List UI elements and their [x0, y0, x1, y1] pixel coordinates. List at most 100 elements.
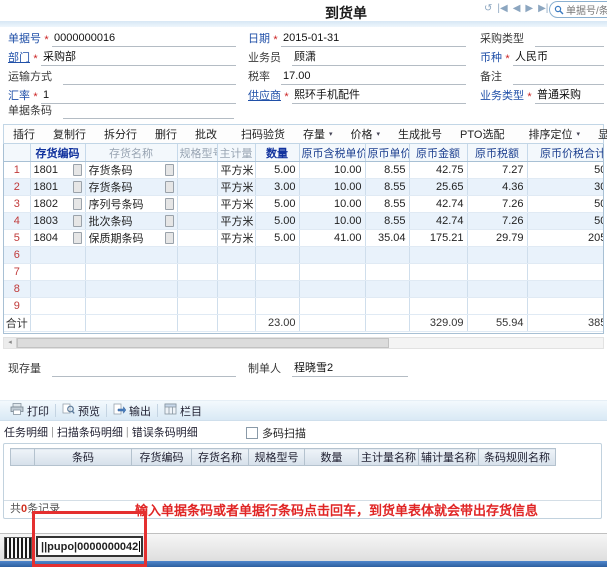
- table-row[interactable]: 11801存货条码平方米5.0010.008.5542.757.2750.0: [4, 162, 604, 179]
- column-header-tax-amount[interactable]: 原币税额: [467, 144, 527, 162]
- toolbar-button-sort-locate[interactable]: 排序定位▾: [519, 126, 589, 142]
- cell-item-code[interactable]: 1801: [30, 162, 85, 179]
- attachment-icon[interactable]: [165, 232, 174, 244]
- cell-item-code[interactable]: [30, 281, 85, 298]
- row-number[interactable]: 8: [4, 281, 30, 298]
- cell-item-code[interactable]: [30, 264, 85, 281]
- attachment-icon[interactable]: [73, 181, 82, 193]
- table-row[interactable]: 6: [4, 247, 604, 264]
- cell-total-with-tax[interactable]: 205.0: [527, 230, 604, 247]
- cell-amount[interactable]: [409, 298, 467, 315]
- cell-tax-inclusive-price[interactable]: 10.00: [299, 196, 365, 213]
- table-row[interactable]: 31802序列号条码平方米5.0010.008.5542.747.2650.0: [4, 196, 604, 213]
- cell-unit-price[interactable]: [365, 247, 409, 264]
- cell-item-code[interactable]: 1801: [30, 179, 85, 196]
- attachment-icon[interactable]: [73, 232, 82, 244]
- next-record-icon[interactable]: ▶: [525, 2, 533, 16]
- attachment-icon[interactable]: [73, 198, 82, 210]
- column-header-item-code[interactable]: 存货编码: [30, 144, 85, 162]
- cell-item-name[interactable]: [85, 281, 177, 298]
- attachment-icon[interactable]: [165, 164, 174, 176]
- toolbar-button-price[interactable]: 价格▾: [342, 126, 390, 142]
- cell-quantity[interactable]: [255, 264, 299, 281]
- cell-unit-price[interactable]: 8.55: [365, 179, 409, 196]
- print-button[interactable]: 打印: [4, 403, 55, 419]
- cell-main-unit[interactable]: 平方米: [217, 162, 255, 179]
- cell-amount[interactable]: [409, 281, 467, 298]
- cell-main-unit[interactable]: 平方米: [217, 230, 255, 247]
- cell-amount[interactable]: 42.74: [409, 213, 467, 230]
- field-value-current-stock[interactable]: [52, 362, 236, 377]
- cell-tax-inclusive-price[interactable]: 10.00: [299, 213, 365, 230]
- column-header-tax-inclusive-price[interactable]: 原币含税单价: [299, 144, 365, 162]
- cell-item-code[interactable]: 1803: [30, 213, 85, 230]
- toolbar-button-stock[interactable]: 存量▾: [294, 126, 342, 142]
- cell-item-name[interactable]: [85, 247, 177, 264]
- column-header-row-number[interactable]: [4, 144, 30, 162]
- cell-amount[interactable]: 25.65: [409, 179, 467, 196]
- cell-amount[interactable]: 42.75: [409, 162, 467, 179]
- table-row[interactable]: 7: [4, 264, 604, 281]
- cell-main-unit[interactable]: [217, 247, 255, 264]
- table-row[interactable]: 51804保质期条码平方米5.0041.0035.04175.2129.7920…: [4, 230, 604, 247]
- cell-spec-model[interactable]: [177, 179, 217, 196]
- cell-item-name[interactable]: 批次条码: [85, 213, 177, 230]
- field-value-creator[interactable]: 程晓雪2: [292, 359, 408, 377]
- cell-tax-amount[interactable]: [467, 281, 527, 298]
- cell-spec-model[interactable]: [177, 196, 217, 213]
- row-number[interactable]: 1: [4, 162, 30, 179]
- toolbar-button-generate-batch-no[interactable]: 生成批号: [389, 126, 451, 142]
- cell-tax-inclusive-price[interactable]: 41.00: [299, 230, 365, 247]
- column-header-spec-model[interactable]: 规格型号: [177, 144, 217, 162]
- cell-spec-model[interactable]: [177, 281, 217, 298]
- field-value-date[interactable]: 2015-01-31: [281, 32, 466, 47]
- table-row[interactable]: 21801存货条码平方米3.0010.008.5525.654.3630.0: [4, 179, 604, 196]
- horizontal-scrollbar[interactable]: ◂: [3, 337, 604, 349]
- row-number[interactable]: 7: [4, 264, 30, 281]
- cell-main-unit[interactable]: [217, 298, 255, 315]
- cell-spec-model[interactable]: [177, 264, 217, 281]
- row-number[interactable]: 9: [4, 298, 30, 315]
- attachment-icon[interactable]: [73, 215, 82, 227]
- attachment-icon[interactable]: [165, 198, 174, 210]
- tab-error-barcode-detail[interactable]: 错误条码明细: [130, 424, 200, 440]
- cell-unit-price[interactable]: 35.04: [365, 230, 409, 247]
- cell-total-with-tax[interactable]: [527, 264, 604, 281]
- cell-amount[interactable]: 175.21: [409, 230, 467, 247]
- row-number[interactable]: 6: [4, 247, 30, 264]
- cell-main-unit[interactable]: 平方米: [217, 196, 255, 213]
- scrollbar-thumb[interactable]: [17, 338, 389, 348]
- cell-tax-inclusive-price[interactable]: 10.00: [299, 162, 365, 179]
- tab-task-detail[interactable]: 任务明细: [2, 424, 50, 440]
- cell-tax-inclusive-price[interactable]: [299, 281, 365, 298]
- cell-unit-price[interactable]: 8.55: [365, 196, 409, 213]
- field-value-tax-rate[interactable]: 17.00: [281, 70, 466, 85]
- field-value-business-type[interactable]: 普通采购: [535, 86, 604, 104]
- cell-amount[interactable]: 42.74: [409, 196, 467, 213]
- cell-item-name[interactable]: 存货条码: [85, 162, 177, 179]
- field-value-supplier[interactable]: 熙环手机配件: [292, 86, 466, 104]
- toolbar-button-split-row[interactable]: 拆分行: [95, 126, 146, 142]
- first-record-icon[interactable]: |◀: [497, 2, 507, 16]
- row-number[interactable]: 2: [4, 179, 30, 196]
- attachment-icon[interactable]: [73, 164, 82, 176]
- cell-spec-model[interactable]: [177, 247, 217, 264]
- cell-item-code[interactable]: 1802: [30, 196, 85, 213]
- refresh-icon[interactable]: ↺: [484, 2, 492, 16]
- export-button[interactable]: 输出: [107, 403, 157, 419]
- toolbar-button-pto-config[interactable]: PTO选配: [451, 126, 513, 142]
- cell-item-name[interactable]: 存货条码: [85, 179, 177, 196]
- table-row[interactable]: 41803批次条码平方米5.0010.008.5542.747.2650.0: [4, 213, 604, 230]
- cell-spec-model[interactable]: [177, 213, 217, 230]
- cell-main-unit[interactable]: 平方米: [217, 213, 255, 230]
- cell-amount[interactable]: [409, 264, 467, 281]
- cell-main-unit[interactable]: [217, 281, 255, 298]
- cell-quantity[interactable]: [255, 247, 299, 264]
- field-value-exchange-rate[interactable]: 1: [41, 89, 236, 104]
- cell-item-code[interactable]: [30, 247, 85, 264]
- field-value-doc-number[interactable]: 0000000016: [52, 32, 236, 47]
- cell-amount[interactable]: [409, 247, 467, 264]
- cell-main-unit[interactable]: [217, 264, 255, 281]
- field-value-salesperson[interactable]: 顾潇: [292, 48, 466, 66]
- field-value-currency[interactable]: 人民币: [513, 48, 604, 66]
